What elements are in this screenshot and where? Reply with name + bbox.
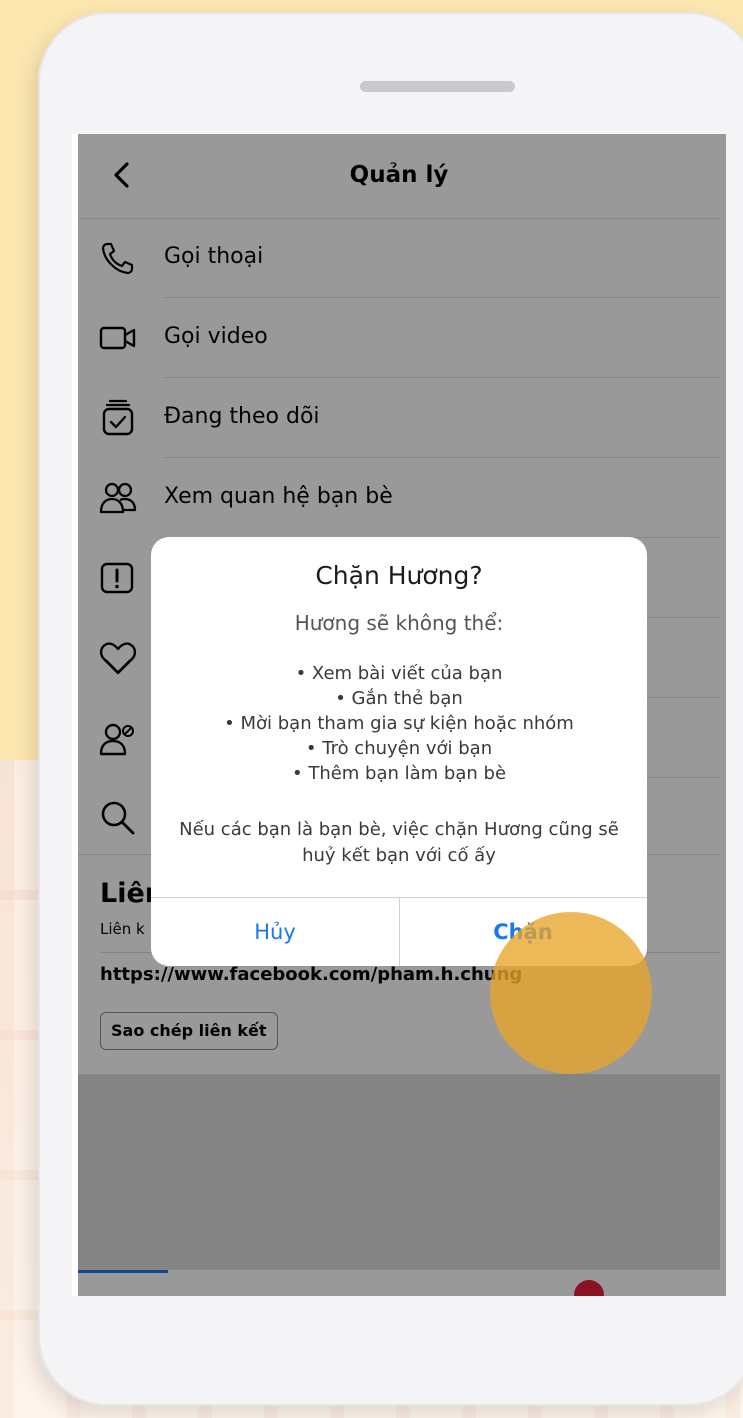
consequence-item: • Gắn thẻ bạn — [335, 688, 463, 709]
dialog-subtitle: Hương sẽ không thể: — [294, 611, 504, 635]
screen-edge — [72, 134, 78, 1296]
dialog-note: Nếu các bạn là bạn bè, việc chặn Hương c… — [179, 819, 619, 866]
consequence-item: • Thêm bạn làm bạn bè — [291, 763, 507, 784]
consequence-item: • Trò chuyện với bạn — [305, 738, 493, 759]
phone-screen: Quản lý Gọi thoại Gọi video Đang theo dõ… — [72, 134, 726, 1296]
phone-speaker — [360, 81, 515, 92]
block-confirm-dialog: Chặn Hương? Hương sẽ không thể: • Xem bà… — [151, 537, 647, 966]
dialog-title: Chặn Hương? — [315, 561, 483, 590]
consequence-item: • Xem bài viết của bạn — [295, 663, 503, 684]
dialog-consequence-list: • Xem bài viết của bạn • Gắn thẻ bạn • M… — [151, 661, 647, 786]
tap-indicator — [490, 912, 652, 1074]
cancel-button[interactable]: Hủy — [151, 898, 400, 966]
consequence-item: • Mời bạn tham gia sự kiện hoặc nhóm — [224, 713, 574, 734]
